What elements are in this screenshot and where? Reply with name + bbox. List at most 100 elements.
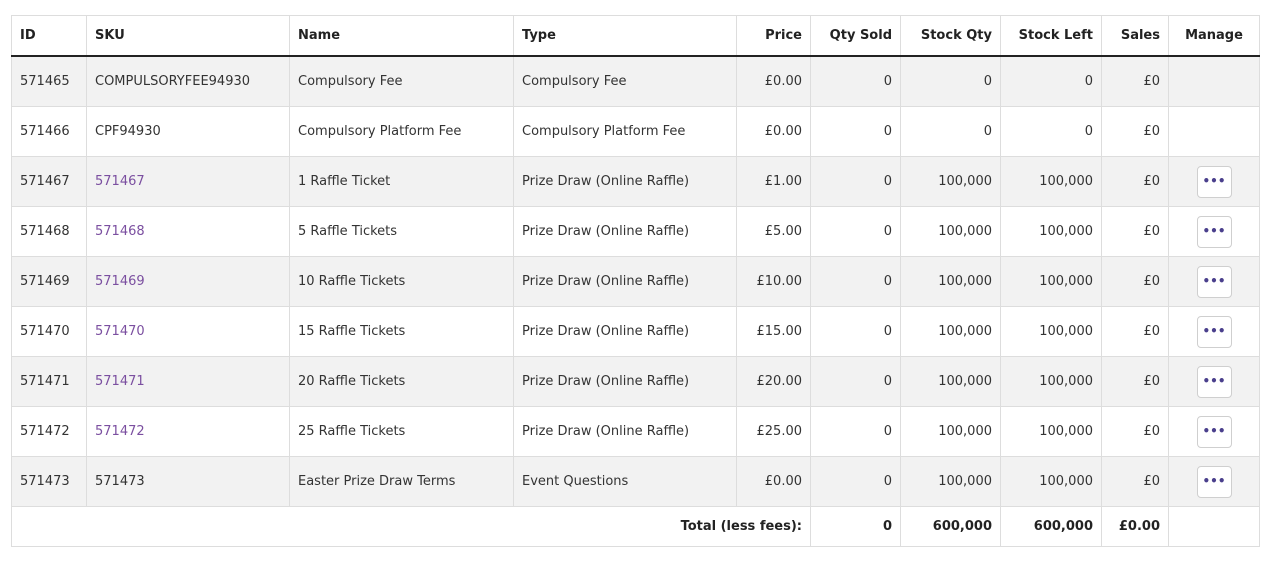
- cell-sku: 571468: [86, 206, 290, 257]
- cell-stock-left: 100,000: [1000, 156, 1102, 207]
- column-header-sku: SKU: [86, 15, 290, 57]
- cell-price: £0.00: [736, 456, 811, 507]
- cell-qty-sold: 0: [810, 306, 901, 357]
- sku-link[interactable]: 571472: [95, 424, 145, 439]
- cell-name: 20 Raffle Tickets: [289, 356, 514, 407]
- cell-type: Compulsory Platform Fee: [513, 106, 737, 157]
- cell-stock-left: 0: [1000, 55, 1102, 107]
- cell-stock-left: 100,000: [1000, 456, 1102, 507]
- cell-price: £0.00: [736, 106, 811, 157]
- more-horizontal-icon: •••: [1202, 323, 1226, 338]
- more-horizontal-icon: •••: [1202, 223, 1226, 238]
- column-header-sales: Sales: [1101, 15, 1169, 57]
- sku-link[interactable]: 571469: [95, 274, 145, 289]
- cell-manage: •••: [1168, 406, 1260, 457]
- sku-link[interactable]: 571471: [95, 374, 145, 389]
- cell-sku: 571470: [86, 306, 290, 357]
- column-header-stock-qty: Stock Qty: [900, 15, 1001, 57]
- cell-qty-sold: 0: [810, 156, 901, 207]
- more-horizontal-icon: •••: [1202, 373, 1226, 388]
- cell-name: 5 Raffle Tickets: [289, 206, 514, 257]
- table-row: 571468 571468 5 Raffle Tickets Prize Draw (…: [11, 206, 1260, 257]
- manage-button[interactable]: •••: [1196, 315, 1232, 348]
- cell-manage: [1168, 106, 1260, 157]
- cell-stock-qty: 100,000: [900, 306, 1001, 357]
- sku-link[interactable]: 571467: [95, 174, 145, 189]
- cell-name: Compulsory Fee: [289, 55, 514, 107]
- cell-manage: •••: [1168, 206, 1260, 257]
- cell-name: 10 Raffle Tickets: [289, 256, 514, 307]
- column-header-qty-sold: Qty Sold: [810, 15, 901, 57]
- totals-stock-qty: 600,000: [900, 506, 1001, 547]
- cell-stock-qty: 100,000: [900, 406, 1001, 457]
- totals-sales: £0.00: [1101, 506, 1169, 547]
- cell-sales: £0: [1101, 55, 1169, 107]
- cell-stock-qty: 100,000: [900, 156, 1001, 207]
- more-horizontal-icon: •••: [1202, 173, 1226, 188]
- cell-type: Prize Draw (Online Raffle): [513, 206, 737, 257]
- totals-stock-left: 600,000: [1000, 506, 1102, 547]
- cell-stock-qty: 0: [900, 106, 1001, 157]
- cell-stock-left: 100,000: [1000, 256, 1102, 307]
- sku-link[interactable]: 571468: [95, 224, 145, 239]
- cell-stock-left: 100,000: [1000, 206, 1102, 257]
- manage-button[interactable]: •••: [1196, 465, 1232, 498]
- cell-id: 571469: [11, 256, 87, 307]
- more-horizontal-icon: •••: [1202, 473, 1226, 488]
- cell-qty-sold: 0: [810, 206, 901, 257]
- cell-sku: 571469: [86, 256, 290, 307]
- cell-id: 571473: [11, 456, 87, 507]
- cell-stock-left: 100,000: [1000, 356, 1102, 407]
- column-header-type: Type: [513, 15, 737, 57]
- cell-price: £15.00: [736, 306, 811, 357]
- cell-type: Prize Draw (Online Raffle): [513, 306, 737, 357]
- cell-stock-qty: 100,000: [900, 256, 1001, 307]
- cell-id: 571468: [11, 206, 87, 257]
- products-table-container: ID SKU Name Type Price Qty Sold Stock Qt…: [11, 15, 1260, 547]
- cell-id: 571470: [11, 306, 87, 357]
- more-horizontal-icon: •••: [1202, 273, 1226, 288]
- more-horizontal-icon: •••: [1202, 423, 1226, 438]
- manage-button[interactable]: •••: [1196, 265, 1232, 298]
- cell-name: Compulsory Platform Fee: [289, 106, 514, 157]
- table-row: 571470 571470 15 Raffle Tickets Prize Draw …: [11, 306, 1260, 357]
- cell-type: Compulsory Fee: [513, 55, 737, 107]
- cell-manage: •••: [1168, 356, 1260, 407]
- totals-label: Total (less fees):: [11, 506, 811, 547]
- cell-name: 25 Raffle Tickets: [289, 406, 514, 457]
- cell-type: Event Questions: [513, 456, 737, 507]
- cell-manage: •••: [1168, 456, 1260, 507]
- cell-sku: 571473: [86, 456, 290, 507]
- totals-row: Total (less fees): 0 600,000 600,000 £0.…: [11, 506, 1260, 547]
- manage-button[interactable]: •••: [1196, 415, 1232, 448]
- cell-type: Prize Draw (Online Raffle): [513, 356, 737, 407]
- cell-name: 1 Raffle Ticket: [289, 156, 514, 207]
- cell-price: £0.00: [736, 55, 811, 107]
- cell-qty-sold: 0: [810, 356, 901, 407]
- cell-sales: £0: [1101, 456, 1169, 507]
- cell-sales: £0: [1101, 206, 1169, 257]
- cell-type: Prize Draw (Online Raffle): [513, 156, 737, 207]
- sku-link[interactable]: 571470: [95, 324, 145, 339]
- cell-qty-sold: 0: [810, 55, 901, 107]
- cell-sku: CPF94930: [86, 106, 290, 157]
- table-row: 571465 COMPULSORYFEE94930 Compulsory Fee Co…: [11, 55, 1260, 107]
- table-footer: Total (less fees): 0 600,000 600,000 £0.…: [11, 506, 1260, 547]
- table-header: ID SKU Name Type Price Qty Sold Stock Qt…: [11, 15, 1260, 57]
- cell-stock-left: 100,000: [1000, 406, 1102, 457]
- cell-type: Prize Draw (Online Raffle): [513, 256, 737, 307]
- cell-price: £20.00: [736, 356, 811, 407]
- cell-stock-qty: 100,000: [900, 356, 1001, 407]
- manage-button[interactable]: •••: [1196, 365, 1232, 398]
- manage-button[interactable]: •••: [1196, 165, 1232, 198]
- cell-price: £1.00: [736, 156, 811, 207]
- cell-id: 571465: [11, 55, 87, 107]
- cell-sku: 571467: [86, 156, 290, 207]
- manage-button[interactable]: •••: [1196, 215, 1232, 248]
- column-header-id: ID: [11, 15, 87, 57]
- cell-sales: £0: [1101, 306, 1169, 357]
- cell-price: £5.00: [736, 206, 811, 257]
- cell-type: Prize Draw (Online Raffle): [513, 406, 737, 457]
- cell-sku: 571472: [86, 406, 290, 457]
- column-header-stock-left: Stock Left: [1000, 15, 1102, 57]
